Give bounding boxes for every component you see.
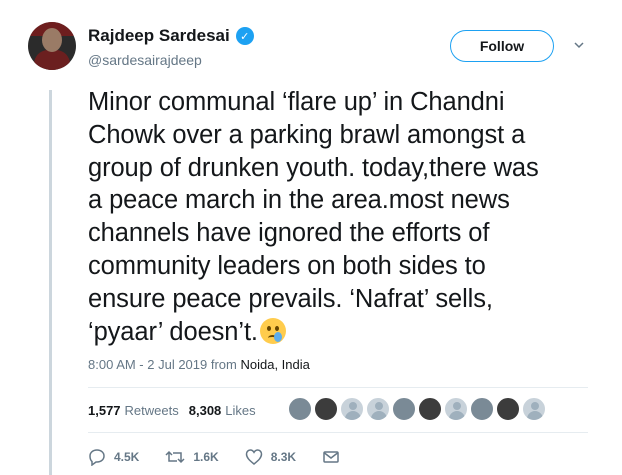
divider	[88, 387, 588, 388]
liker-avatar[interactable]	[444, 397, 468, 421]
heart-icon	[245, 448, 263, 466]
tweet-body: Minor communal ‘flare up’ in Chandni Cho…	[88, 88, 539, 346]
liker-avatar[interactable]	[366, 397, 390, 421]
author-name-text[interactable]: Rajdeep Sardesai	[88, 26, 230, 46]
liker-avatar[interactable]	[392, 397, 416, 421]
tweet-text: Minor communal ‘flare up’ in Chandni Cho…	[88, 86, 598, 348]
engagement-stats: 1,577 Retweets 8,308 Likes	[88, 403, 256, 418]
retweets-count[interactable]: 1,577	[88, 403, 121, 418]
direct-message-button[interactable]	[322, 449, 340, 465]
retweet-button[interactable]: 1.6K	[165, 448, 219, 466]
retweet-icon	[165, 448, 185, 466]
liker-avatar[interactable]	[340, 397, 364, 421]
chevron-down-icon[interactable]	[572, 38, 586, 52]
avatar[interactable]	[28, 22, 76, 70]
follow-button[interactable]: Follow	[450, 30, 554, 62]
likes-count[interactable]: 8,308	[189, 403, 222, 418]
like-count: 8.3K	[270, 450, 297, 464]
tweet-location[interactable]: Noida, India	[240, 357, 309, 372]
crying-face-icon	[259, 317, 286, 344]
liker-avatar[interactable]	[522, 397, 546, 421]
tweet-meta: 8:00 AM - 2 Jul 2019 from Noida, India	[88, 357, 310, 372]
envelope-icon	[322, 449, 340, 465]
tweet-timestamp[interactable]: 8:00 AM - 2 Jul 2019 from	[88, 357, 237, 372]
avatar-head	[42, 28, 62, 52]
verified-badge-icon: ✓	[235, 27, 254, 45]
reply-icon	[88, 448, 106, 466]
reply-count: 4.5K	[114, 450, 140, 464]
liker-avatar[interactable]	[496, 397, 520, 421]
retweets-label[interactable]: Retweets	[125, 403, 179, 418]
thread-line	[49, 90, 52, 475]
likes-label[interactable]: Likes	[225, 403, 255, 418]
author-name[interactable]: Rajdeep Sardesai ✓	[88, 26, 254, 46]
retweet-count: 1.6K	[193, 450, 219, 464]
reply-button[interactable]: 4.5K	[88, 448, 139, 466]
like-button[interactable]: 8.3K	[245, 448, 296, 466]
author-handle[interactable]: @sardesairajdeep	[88, 52, 202, 68]
avatar-shirt	[34, 50, 70, 70]
liker-avatar[interactable]	[418, 397, 442, 421]
divider	[88, 432, 588, 433]
liker-avatar[interactable]	[470, 397, 494, 421]
tweet-actions: 4.5K 1.6K 8.3K	[88, 448, 366, 466]
liker-avatar[interactable]	[288, 397, 312, 421]
liker-avatars	[288, 397, 546, 421]
liker-avatar[interactable]	[314, 397, 338, 421]
